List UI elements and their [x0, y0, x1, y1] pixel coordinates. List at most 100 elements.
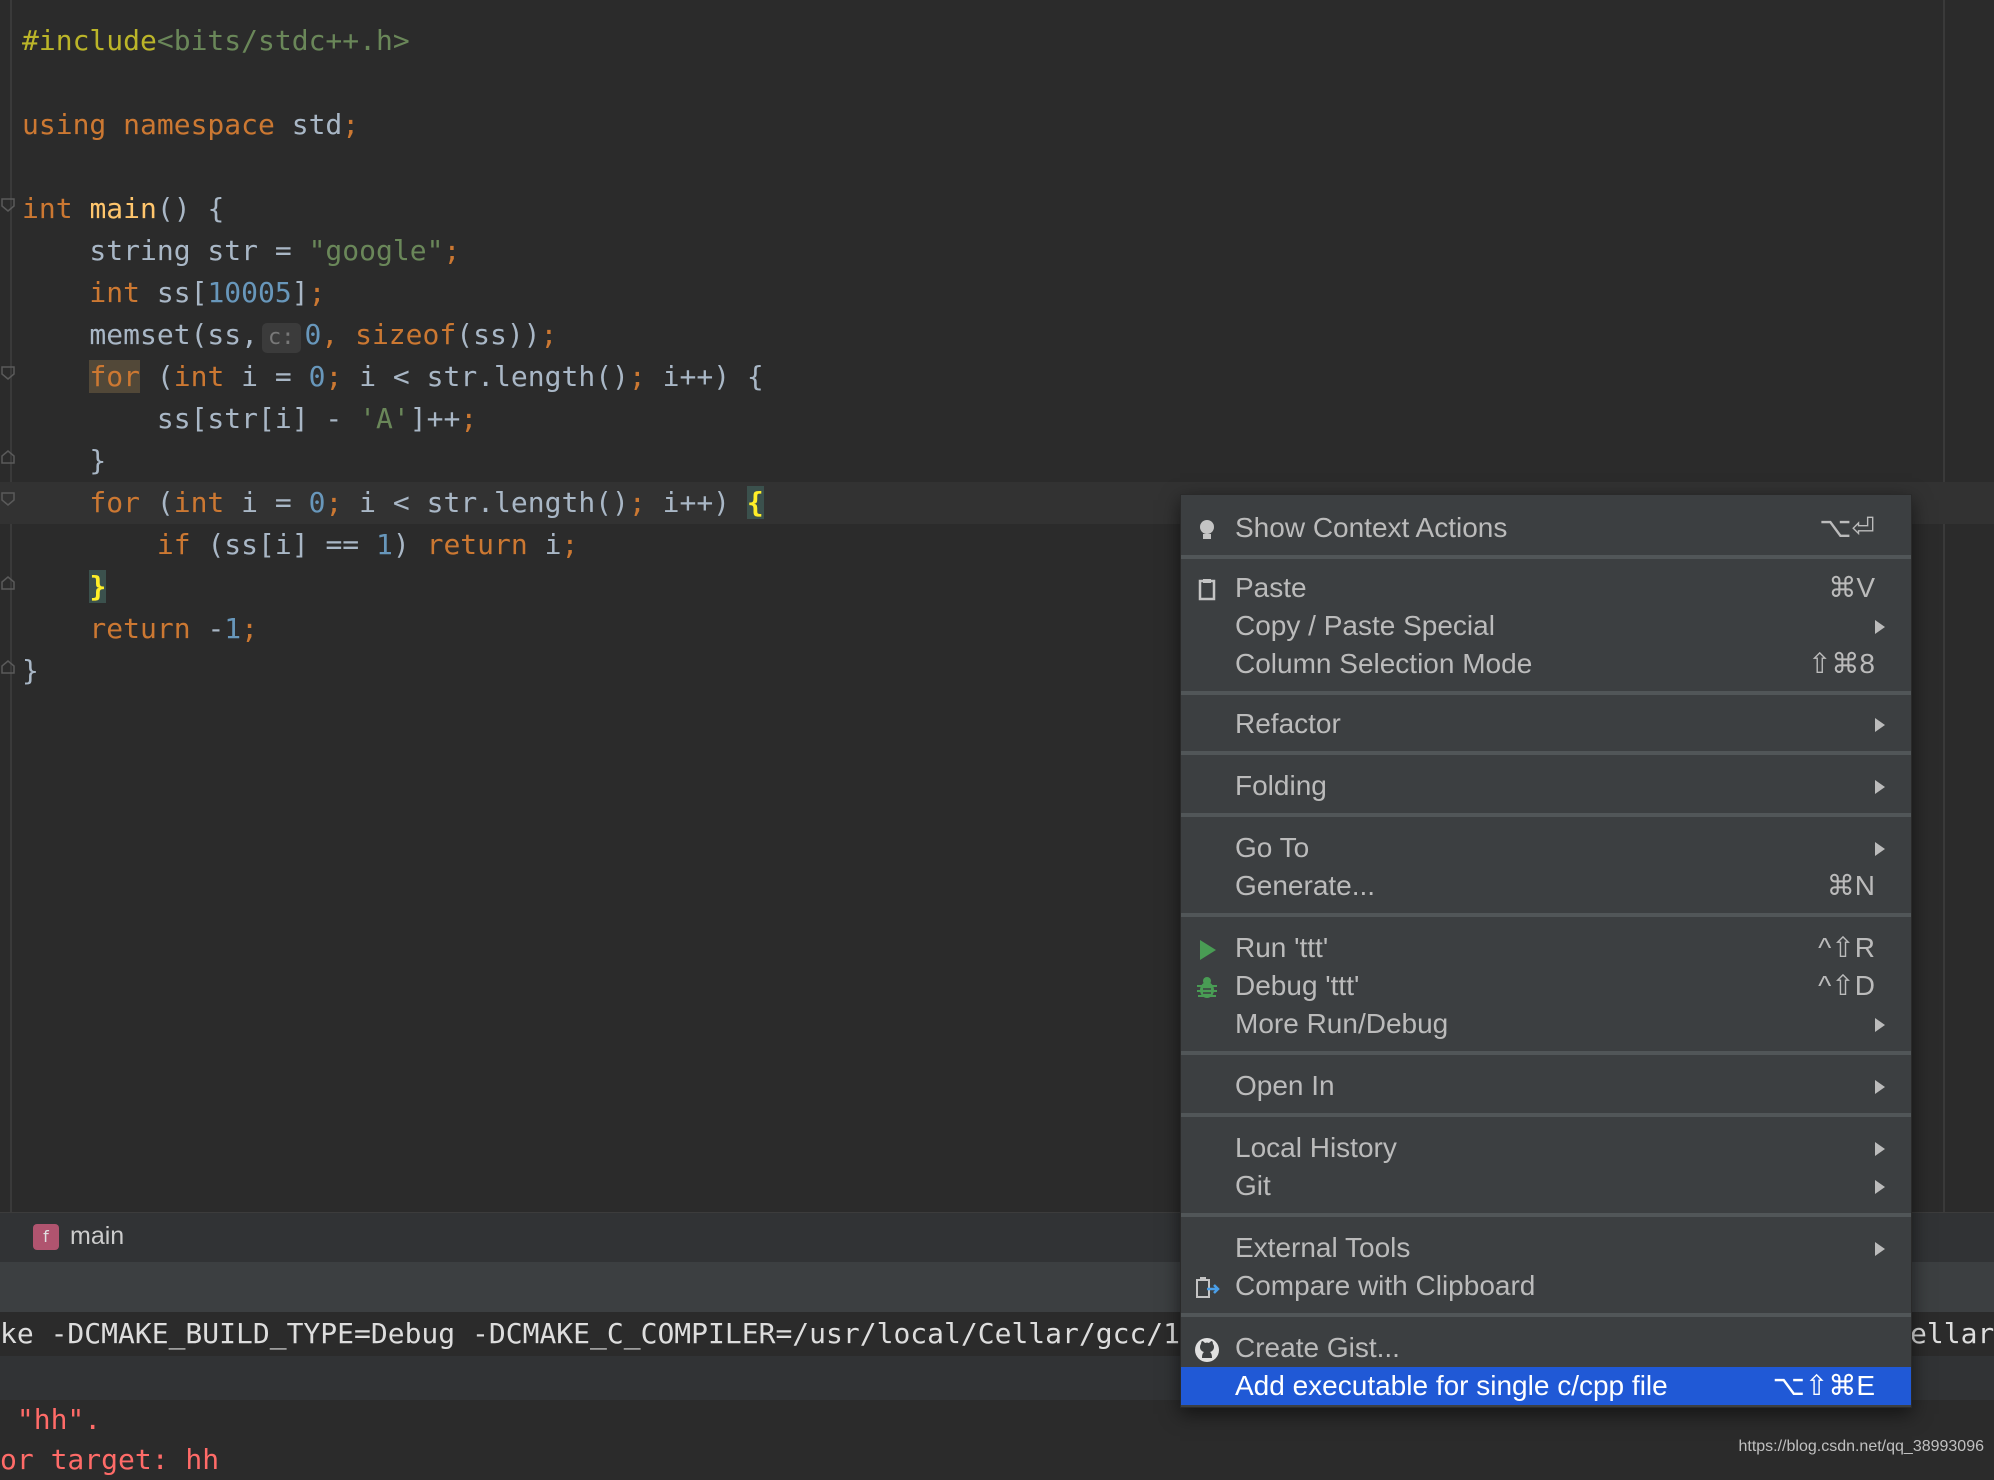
- code-token: }: [89, 570, 107, 603]
- code-token: ;: [443, 234, 461, 267]
- code-line[interactable]: #include<bits/stdc++.h>: [22, 20, 764, 62]
- menu-item-shortcut: ⌘V: [1828, 572, 1875, 603]
- menu-item-open-in[interactable]: Open In: [1181, 1067, 1911, 1105]
- context-menu: Show Context Actions ⌥⏎ Paste ⌘V Copy / Past…: [1180, 494, 1912, 1408]
- menu-item-add-executable-for-single-c-cpp-file[interactable]: Add executable for single c/cpp file ⌥⇧⌘E: [1181, 1367, 1911, 1405]
- menu-item-column-selection-mode[interactable]: Column Selection Mode ⇧⌘8: [1181, 645, 1911, 683]
- code-line[interactable]: if (ss[i] == 1) return i;: [22, 524, 764, 566]
- code-token: i++) {: [662, 360, 764, 393]
- code-token: i < str.length(): [359, 360, 629, 393]
- code-content[interactable]: #include<bits/stdc++.h> using namespace s…: [22, 20, 764, 692]
- code-token: for: [89, 360, 141, 393]
- code-token: ;: [460, 402, 478, 435]
- submenu-arrow-icon: [1875, 1242, 1885, 1256]
- code-token: 10005: [207, 276, 292, 309]
- compare-icon: [1194, 1273, 1220, 1299]
- console-error-line: or target: hh: [0, 1443, 220, 1476]
- code-token: -: [207, 612, 225, 645]
- menu-item-local-history[interactable]: Local History: [1181, 1129, 1911, 1167]
- code-token: int: [22, 276, 157, 309]
- submenu-arrow-icon: [1875, 842, 1885, 856]
- code-line[interactable]: int ss[10005];: [22, 272, 764, 314]
- menu-item-label: Column Selection Mode: [1235, 648, 1533, 679]
- menu-item-show-context-actions[interactable]: Show Context Actions ⌥⏎: [1181, 509, 1911, 547]
- fold-open-icon[interactable]: [0, 365, 16, 381]
- code-token: ]: [291, 276, 309, 309]
- fold-open-icon[interactable]: [0, 197, 16, 213]
- code-line[interactable]: return -1;: [22, 608, 764, 650]
- code-line[interactable]: for (int i = 0; i < str.length(); i++) {: [22, 356, 764, 398]
- menu-item-go-to[interactable]: Go To: [1181, 829, 1911, 867]
- fold-close-icon[interactable]: [0, 575, 16, 591]
- code-token: i: [544, 528, 562, 561]
- submenu-arrow-icon: [1875, 1180, 1885, 1194]
- code-line[interactable]: }: [22, 566, 764, 608]
- right-margin-guide: [1943, 0, 1945, 1212]
- code-token: 1: [224, 612, 242, 645]
- menu-item-refactor[interactable]: Refactor: [1181, 705, 1911, 743]
- menu-separator: [1181, 1113, 1911, 1117]
- menu-item-debug-ttt[interactable]: Debug 'ttt' ^⇧D: [1181, 967, 1911, 1005]
- menu-separator: [1181, 813, 1911, 817]
- code-line[interactable]: for (int i = 0; i < str.length(); i++) {: [22, 482, 764, 524]
- menu-item-label: Debug 'ttt': [1235, 970, 1360, 1001]
- clipboard-icon: [1194, 575, 1220, 601]
- submenu-arrow-icon: [1875, 718, 1885, 732]
- menu-separator: [1181, 1313, 1911, 1317]
- code-line[interactable]: [22, 62, 764, 104]
- menu-item-shortcut: ⌘N: [1826, 870, 1875, 901]
- code-line[interactable]: ss[str[i] - 'A']++;: [22, 398, 764, 440]
- fold-close-icon[interactable]: [0, 659, 16, 675]
- menu-item-label: Copy / Paste Special: [1235, 610, 1495, 641]
- menu-item-label: External Tools: [1235, 1232, 1411, 1263]
- menu-item-git[interactable]: Git: [1181, 1167, 1911, 1205]
- code-token: string str =: [22, 234, 309, 267]
- menu-item-more-run-debug[interactable]: More Run/Debug: [1181, 1005, 1911, 1043]
- code-token: i++): [662, 486, 747, 519]
- fold-close-icon[interactable]: [0, 449, 16, 465]
- code-line[interactable]: using namespace std;: [22, 104, 764, 146]
- code-line[interactable]: int main() {: [22, 188, 764, 230]
- code-token: ss[: [156, 276, 208, 309]
- menu-item-folding[interactable]: Folding: [1181, 767, 1911, 805]
- code-token: ;: [241, 612, 259, 645]
- code-line[interactable]: memset(ss, c: 0, sizeof(ss));: [22, 314, 764, 356]
- menu-separator: [1181, 913, 1911, 917]
- menu-item-label: Generate...: [1235, 870, 1376, 901]
- code-token: i < str.length(): [359, 486, 629, 519]
- menu-item-paste[interactable]: Paste ⌘V: [1181, 569, 1911, 607]
- code-line[interactable]: string str = "google";: [22, 230, 764, 272]
- menu-item-copy-paste-special[interactable]: Copy / Paste Special: [1181, 607, 1911, 645]
- menu-item-generate[interactable]: Generate... ⌘N: [1181, 867, 1911, 905]
- menu-item-external-tools[interactable]: External Tools: [1181, 1229, 1911, 1267]
- menu-item-shortcut: ⇧⌘8: [1807, 648, 1875, 679]
- fold-open-icon[interactable]: [0, 491, 16, 507]
- menu-item-label: Run 'ttt': [1235, 932, 1329, 963]
- menu-item-shortcut: ^⇧D: [1818, 970, 1875, 1001]
- code-token: 0: [308, 360, 326, 393]
- breadcrumb-item-main[interactable]: main: [70, 1222, 124, 1251]
- menu-item-label: Compare with Clipboard: [1235, 1270, 1536, 1301]
- menu-item-compare-with-clipboard[interactable]: Compare with Clipboard: [1181, 1267, 1911, 1305]
- code-line[interactable]: }: [22, 650, 764, 692]
- code-token: i =: [241, 486, 309, 519]
- code-line[interactable]: [22, 146, 764, 188]
- menu-item-label: More Run/Debug: [1235, 1008, 1449, 1039]
- menu-item-label: Refactor: [1235, 708, 1341, 739]
- code-token: ;: [308, 276, 326, 309]
- code-token: int: [22, 192, 90, 225]
- code-token: return: [22, 612, 208, 645]
- code-token: (ss[i] ==: [207, 528, 377, 561]
- menu-item-create-gist[interactable]: Create Gist...: [1181, 1329, 1911, 1367]
- code-line[interactable]: }: [22, 440, 764, 482]
- submenu-arrow-icon: [1875, 1080, 1885, 1094]
- menu-item-shortcut: ⌥⇧⌘E: [1772, 1370, 1875, 1401]
- menu-item-label: Show Context Actions: [1235, 512, 1508, 543]
- menu-item-label: Go To: [1235, 832, 1310, 863]
- menu-item-label: Local History: [1235, 1132, 1397, 1163]
- menu-item-label: Create Gist...: [1235, 1332, 1400, 1363]
- code-token: ;: [325, 360, 360, 393]
- code-token: int: [173, 486, 242, 519]
- menu-item-run-ttt[interactable]: Run 'ttt' ^⇧R: [1181, 929, 1911, 967]
